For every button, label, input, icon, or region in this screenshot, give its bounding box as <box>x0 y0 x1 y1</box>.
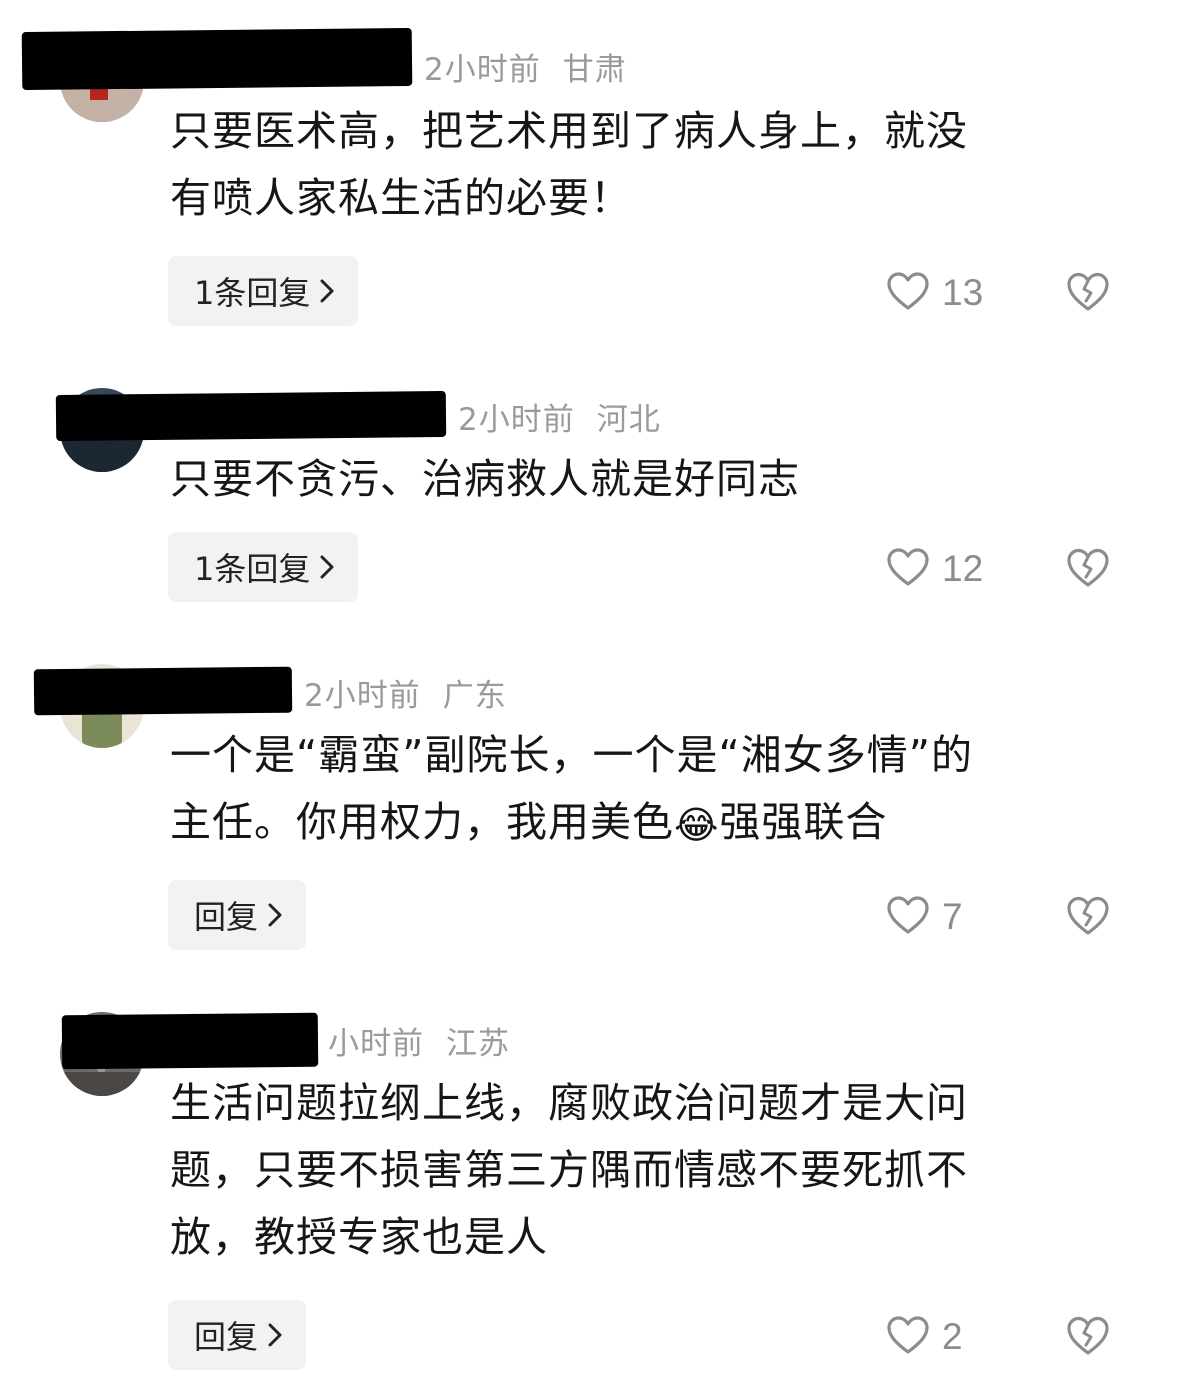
comment-meta: 2小时前 甘肃 <box>424 44 627 89</box>
like-count: 2 <box>942 1316 963 1357</box>
reply-label: 回复 <box>194 898 259 936</box>
comment-text: 生活问题拉纲上线，腐败政治问题才是大问 题，只要不损害第三方隅而情感不要死抓不 … <box>170 1070 1100 1271</box>
comment-meta: 2小时前 河北 <box>458 394 661 439</box>
reply-button[interactable]: 回复 <box>168 1300 307 1370</box>
comment-meta: 2小时前 广东 <box>304 670 507 715</box>
comment-line-part: 强强联合 <box>719 798 888 846</box>
heart-outline-icon <box>886 547 930 591</box>
comment-line: 生活问题拉纲上线，腐败政治问题才是大问 <box>170 1079 968 1127</box>
reply-button[interactable]: 回复 <box>168 880 307 950</box>
redacted-username <box>33 666 293 716</box>
comment-line-part: 主任。你用权力，我用美色 <box>170 798 674 846</box>
reply-label: 回复 <box>194 1318 259 1356</box>
reply-button[interactable]: 1条回复 <box>168 532 359 602</box>
comment-line: 题，只要不损害第三方隅而情感不要死抓不 <box>170 1146 968 1194</box>
dislike-button[interactable] <box>1066 1315 1110 1361</box>
like-count: 13 <box>942 272 984 313</box>
heart-outline-icon <box>886 271 930 315</box>
comment-line: 主任。你用权力，我用美色😂强强联合 <box>170 789 1100 859</box>
dislike-button[interactable] <box>1066 895 1110 941</box>
tears-of-joy-emoji: 😂 <box>674 803 720 847</box>
comment-location: 江苏 <box>446 1026 510 1062</box>
comment-text: 只要不贪污、治病救人就是好同志 <box>170 446 1100 513</box>
comment-text: 只要医术高，把艺术用到了病人身上，就没 有喷人家私生活的必要！ <box>170 98 1100 232</box>
reply-label: 1条回复 <box>194 550 311 588</box>
comment-location: 广东 <box>442 678 507 714</box>
comment-location: 甘肃 <box>562 52 627 88</box>
comment-line: 只要医术高，把艺术用到了病人身上，就没 <box>170 107 968 155</box>
like-button[interactable]: 7 <box>886 895 963 939</box>
comment-meta: 小时前 江苏 <box>328 1018 510 1063</box>
comment-time: 小时前 <box>328 1026 424 1062</box>
comment-time: 2小时前 <box>458 402 575 438</box>
redacted-username <box>21 27 413 91</box>
chevron-right-icon <box>268 903 282 927</box>
like-button[interactable]: 13 <box>886 271 983 315</box>
heart-outline-icon <box>886 1315 930 1359</box>
like-button[interactable]: 2 <box>886 1315 963 1359</box>
comment-line: 有喷人家私生活的必要！ <box>170 174 632 222</box>
chevron-right-icon <box>268 1323 282 1347</box>
comment-line: 一个是“霸蛮”副院长，一个是“湘女多情”的 <box>170 731 973 779</box>
comment-line: 只要不贪污、治病救人就是好同志 <box>170 455 800 503</box>
comment-time: 2小时前 <box>424 52 541 88</box>
like-count: 12 <box>942 548 984 589</box>
chevron-right-icon <box>320 555 334 579</box>
comment-time: 2小时前 <box>304 678 421 714</box>
dislike-button[interactable] <box>1066 547 1110 593</box>
comment-text: 一个是“霸蛮”副院长，一个是“湘女多情”的 主任。你用权力，我用美色😂强强联合 <box>170 722 1100 859</box>
reply-label: 1条回复 <box>194 274 311 312</box>
like-button[interactable]: 12 <box>886 547 983 591</box>
redacted-username <box>61 1012 319 1070</box>
comment-line: 放，教授专家也是人 <box>170 1213 548 1261</box>
comment-location: 河北 <box>596 402 661 438</box>
like-count: 7 <box>942 896 963 937</box>
dislike-button[interactable] <box>1066 271 1110 317</box>
reply-button[interactable]: 1条回复 <box>168 256 359 326</box>
chevron-right-icon <box>320 279 334 303</box>
heart-outline-icon <box>886 895 930 939</box>
redacted-username <box>55 390 447 442</box>
